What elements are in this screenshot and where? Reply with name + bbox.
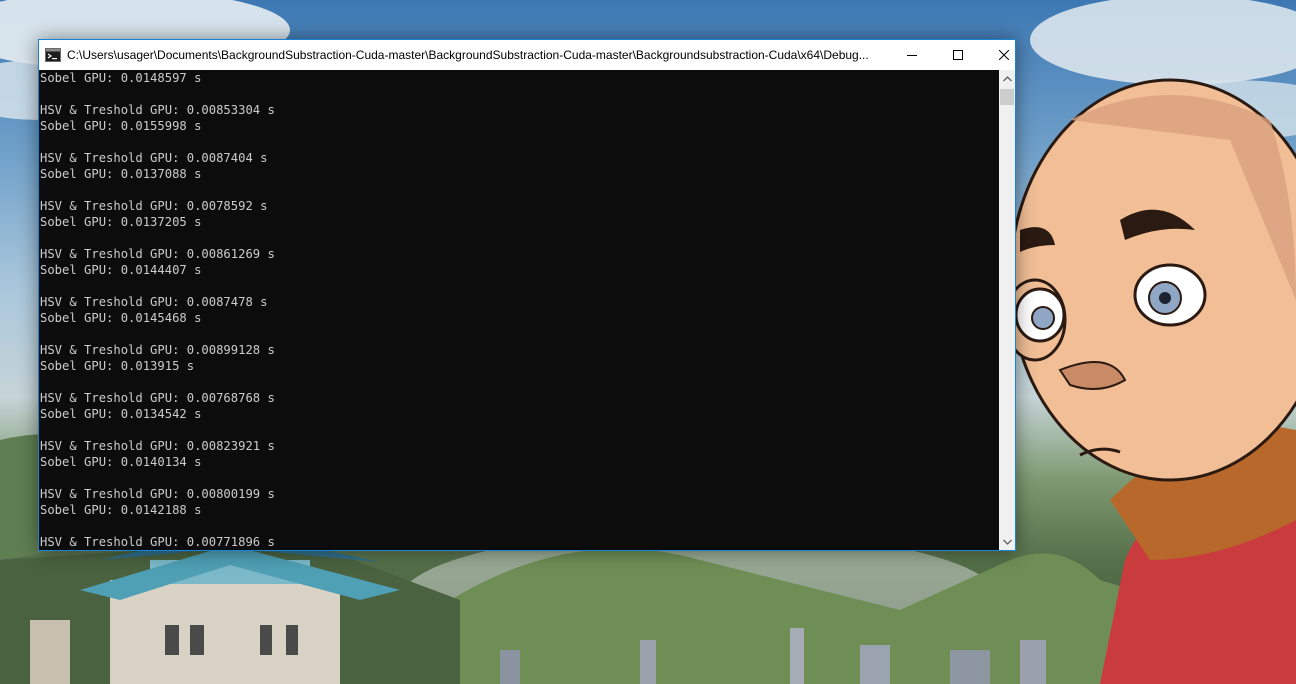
chevron-up-icon xyxy=(1002,75,1012,81)
console-output-area[interactable]: Sobel GPU: 0.0148597 s HSV & Treshold GP… xyxy=(39,70,999,550)
minimize-icon xyxy=(907,55,917,56)
chevron-down-icon xyxy=(1002,539,1012,545)
window-title: C:\Users\usager\Documents\BackgroundSubs… xyxy=(67,48,869,62)
close-icon xyxy=(999,50,1009,60)
maximize-button[interactable] xyxy=(935,40,981,70)
minimize-button[interactable] xyxy=(889,40,935,70)
console-app-icon xyxy=(45,47,61,63)
console-window[interactable]: C:\Users\usager\Documents\BackgroundSubs… xyxy=(38,39,1016,551)
caption-buttons xyxy=(889,40,1027,70)
scroll-up-button[interactable] xyxy=(999,70,1015,87)
title-bar[interactable]: C:\Users\usager\Documents\BackgroundSubs… xyxy=(39,40,1015,70)
vertical-scrollbar[interactable] xyxy=(999,70,1015,550)
close-button[interactable] xyxy=(981,40,1027,70)
maximize-icon xyxy=(953,50,963,60)
scroll-down-button[interactable] xyxy=(999,533,1015,550)
console-output-text: Sobel GPU: 0.0148597 s HSV & Treshold GP… xyxy=(40,71,275,549)
scroll-thumb[interactable] xyxy=(1000,89,1014,105)
